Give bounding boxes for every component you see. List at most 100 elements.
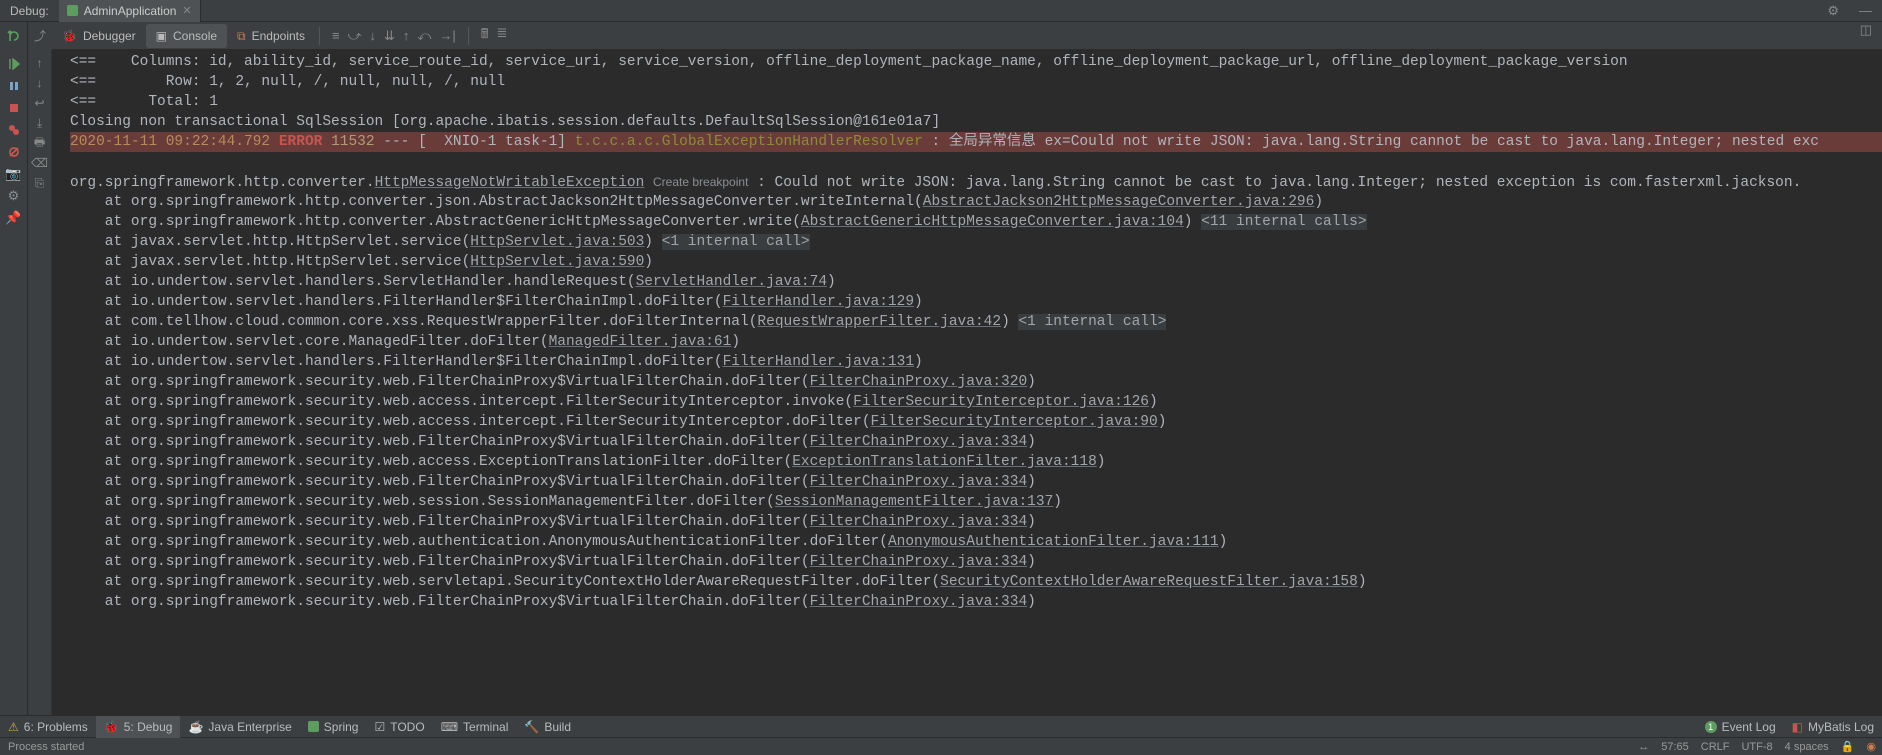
debugger-toolbar: ⤴ 🐞 Debugger ▣ Console ⧉ Endpoints ≡ ⤻ ↓… [0, 22, 1882, 50]
force-step-into-icon[interactable]: ⇊ [384, 28, 395, 44]
file-encoding[interactable]: UTF-8 [1735, 741, 1778, 753]
exception-link[interactable]: HttpMessageNotWritableException [375, 175, 645, 191]
tool-event-log-label: Event Log [1722, 720, 1776, 734]
stack-link[interactable]: FilterHandler.java:131 [723, 354, 914, 370]
up-stack-icon[interactable]: ↑ [31, 54, 49, 72]
stack-link[interactable]: FilterSecurityInterceptor.java:90 [871, 414, 1158, 430]
filter-icon[interactable]: ⎘ [31, 174, 49, 192]
mute-breakpoints-icon[interactable] [4, 142, 24, 162]
tab-debugger-label: Debugger [83, 29, 136, 43]
hide-icon[interactable]: — [1849, 3, 1882, 18]
stack-link[interactable]: HttpServlet.java:503 [470, 234, 644, 250]
endpoints-icon: ⧉ [237, 29, 246, 44]
run-tab-label: AdminApplication [84, 4, 177, 18]
tool-mybatis-log[interactable]: ◧ MyBatis Log [1784, 716, 1882, 738]
stack-link[interactable]: FilterChainProxy.java:334 [810, 514, 1028, 530]
layout-icon[interactable]: ◫ [1850, 22, 1882, 49]
tool-debug[interactable]: 🐞 5: Debug [96, 716, 181, 738]
tab-console[interactable]: ▣ Console [146, 24, 227, 48]
stack-link[interactable]: AnonymousAuthenticationFilter.java:111 [888, 534, 1219, 550]
status-message: Process started [0, 741, 1632, 753]
javaee-icon: ☕ [188, 720, 203, 734]
debug-tabstrip: Debug: AdminApplication ✕ ⚙ — [0, 0, 1882, 22]
create-breakpoint-link[interactable]: Create breakpoint [653, 175, 748, 189]
fold-gutter [52, 50, 70, 715]
tool-spring[interactable]: Spring [300, 716, 367, 738]
separator [468, 27, 469, 45]
tab-debugger[interactable]: 🐞 Debugger [52, 24, 146, 48]
tool-build[interactable]: 🔨 Build [516, 716, 579, 738]
tool-java-enterprise[interactable]: ☕ Java Enterprise [180, 716, 299, 738]
show-exec-point-icon[interactable]: ≡ [332, 28, 340, 44]
stack-link[interactable]: ExceptionTranslationFilter.java:118 [792, 454, 1097, 470]
resume-icon[interactable] [4, 54, 24, 74]
stop-icon[interactable] [4, 98, 24, 118]
settings-gear-icon[interactable]: ⚙ [4, 186, 24, 206]
down-stack-icon[interactable]: ↓ [31, 74, 49, 92]
tab-endpoints-label: Endpoints [252, 29, 305, 43]
tool-problems-label: 6: Problems [24, 720, 88, 734]
caret-position[interactable]: 57:65 [1655, 741, 1695, 753]
view-breakpoints-icon[interactable] [4, 120, 24, 140]
step-up-icon[interactable]: ⤴ [31, 26, 49, 44]
stack-link[interactable]: RequestWrapperFilter.java:42 [757, 314, 1001, 330]
evaluate-icon[interactable]: 🖩 [481, 25, 489, 47]
pause-icon[interactable] [4, 76, 24, 96]
stack-link[interactable]: SecurityContextHolderAwareRequestFilter.… [940, 574, 1358, 590]
stack-link[interactable]: HttpServlet.java:590 [470, 254, 644, 270]
pin-icon[interactable]: 📌 [4, 208, 24, 228]
stack-link[interactable]: SessionManagementFilter.java:137 [775, 494, 1053, 510]
tool-terminal-label: Terminal [463, 720, 508, 734]
line-separator[interactable]: CRLF [1695, 741, 1736, 753]
tool-todo[interactable]: ☑ TODO [366, 716, 432, 738]
step-over-icon[interactable]: ⤻ [348, 28, 362, 44]
print-icon[interactable]: 🖶 [31, 134, 49, 152]
camera-icon[interactable]: 📷 [4, 164, 24, 184]
drop-frame-icon[interactable]: ⤺ [417, 28, 431, 44]
terminal-icon: ⌨ [441, 720, 458, 734]
console-gutter: ↑ ↓ ↩ ⤓ 🖶 ⌫ ⎘ [28, 50, 52, 715]
stack-link[interactable]: FilterChainProxy.java:334 [810, 474, 1028, 490]
eval-icons: 🖩 ≣ [473, 25, 516, 47]
tool-terminal[interactable]: ⌨ Terminal [433, 716, 517, 738]
trace-icon[interactable]: ≣ [497, 25, 508, 47]
scroll-end-icon[interactable]: ⤓ [31, 114, 49, 132]
tab-endpoints[interactable]: ⧉ Endpoints [227, 24, 315, 48]
debug-label: Debug: [0, 4, 59, 18]
close-icon[interactable]: ✕ [182, 4, 191, 17]
step-out-icon[interactable]: ↑ [403, 28, 410, 44]
main-area: 📷 ⚙ 📌 ↑ ↓ ↩ ⤓ 🖶 ⌫ ⎘ <== Columns: id, abi… [0, 50, 1882, 715]
stack-link[interactable]: FilterChainProxy.java:334 [810, 434, 1028, 450]
stack-link[interactable]: AbstractJackson2HttpMessageConverter.jav… [923, 194, 1315, 210]
bug-icon: 🐞 [62, 29, 77, 43]
step-icons: ≡ ⤻ ↓ ⇊ ↑ ⤺ →| [324, 28, 464, 44]
todo-icon: ☑ [374, 720, 385, 734]
tool-build-label: Build [544, 720, 571, 734]
stack-link[interactable]: ManagedFilter.java:61 [549, 334, 732, 350]
run-to-cursor-icon[interactable]: →| [439, 28, 455, 44]
rerun-icon[interactable] [4, 26, 24, 46]
settings-icon[interactable]: ⚙ [1817, 3, 1849, 19]
tool-debug-label: 5: Debug [124, 720, 173, 734]
stack-link[interactable]: FilterHandler.java:129 [723, 294, 914, 310]
memory-icon[interactable]: ◉ [1860, 740, 1882, 753]
goto-icon[interactable]: ↔ [1632, 741, 1655, 753]
console-icon: ▣ [156, 29, 167, 43]
tool-event-log[interactable]: 1 Event Log [1697, 716, 1784, 738]
stack-link[interactable]: ServletHandler.java:74 [636, 274, 827, 290]
hammer-icon: 🔨 [524, 720, 539, 734]
stack-link[interactable]: AbstractGenericHttpMessageConverter.java… [801, 214, 1184, 230]
run-tab-adminapplication[interactable]: AdminApplication ✕ [59, 0, 201, 22]
stack-link[interactable]: FilterSecurityInterceptor.java:126 [853, 394, 1149, 410]
soft-wrap-icon[interactable]: ↩ [31, 94, 49, 112]
readonly-lock-icon[interactable]: 🔒 [1835, 740, 1861, 753]
stack-link[interactable]: FilterChainProxy.java:334 [810, 594, 1028, 610]
tool-problems[interactable]: ⚠ 6: Problems [0, 716, 96, 738]
indent-setting[interactable]: 4 spaces [1779, 741, 1835, 753]
clear-icon[interactable]: ⌫ [31, 154, 49, 172]
console-output[interactable]: <== Columns: id, ability_id, service_rou… [70, 50, 1882, 715]
stack-link[interactable]: FilterChainProxy.java:320 [810, 374, 1028, 390]
step-into-icon[interactable]: ↓ [370, 28, 377, 44]
stack-link[interactable]: FilterChainProxy.java:334 [810, 554, 1028, 570]
tool-javaee-label: Java Enterprise [208, 720, 291, 734]
